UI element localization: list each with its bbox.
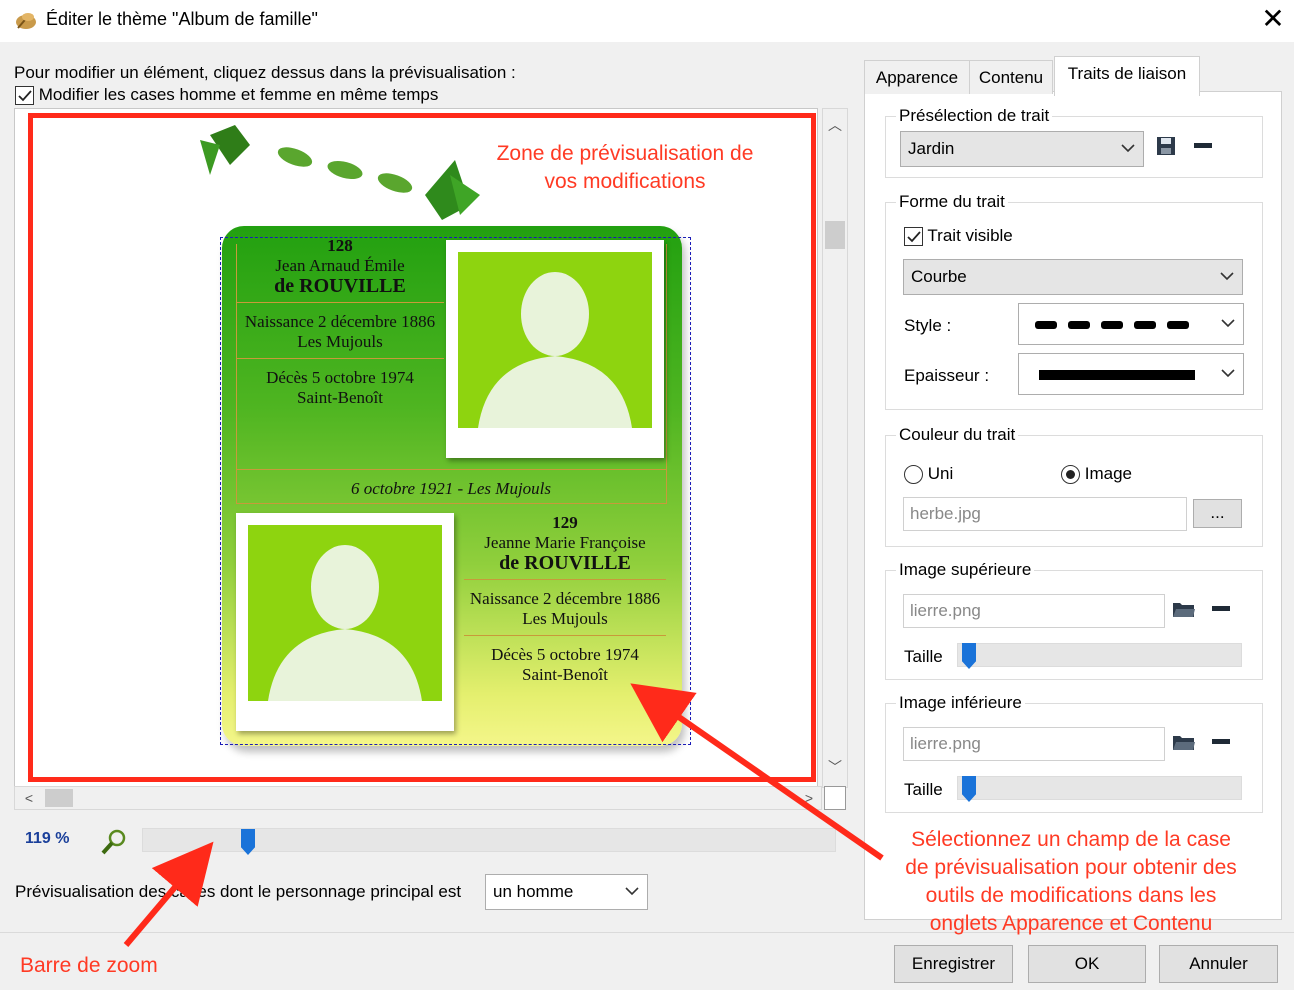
image-label: Image bbox=[1084, 464, 1132, 483]
vertical-scrollbar[interactable]: ︿ ﹀ bbox=[822, 108, 848, 788]
image-sup-size-slider[interactable] bbox=[957, 643, 1242, 669]
tab-contenu[interactable]: Contenu bbox=[969, 60, 1053, 94]
select-hint-line: Sélectionnez un champ de la case bbox=[911, 828, 1231, 851]
image-inf-size-slider[interactable] bbox=[957, 776, 1242, 802]
image-radio[interactable] bbox=[1061, 465, 1080, 485]
scroll-left-icon[interactable]: < bbox=[19, 788, 39, 808]
scroll-down-icon[interactable]: ﹀ bbox=[825, 757, 845, 777]
folder-icon[interactable] bbox=[1172, 599, 1196, 619]
save-button[interactable]: Enregistrer bbox=[894, 945, 1013, 983]
trait-visible-checkbox[interactable] bbox=[904, 227, 923, 247]
chevron-down-icon bbox=[1220, 272, 1234, 281]
scroll-thumb[interactable] bbox=[825, 221, 845, 249]
thickness-label: Epaisseur : bbox=[904, 366, 990, 385]
dashed-line-icon bbox=[1035, 321, 1189, 329]
image-inf-size-label: Taille bbox=[904, 780, 943, 799]
magnifier-icon bbox=[100, 828, 128, 856]
chevron-down-icon bbox=[1121, 144, 1135, 153]
zoom-slider[interactable] bbox=[142, 828, 836, 855]
tab-label: Apparence bbox=[875, 68, 959, 87]
shape-value: Courbe bbox=[911, 267, 967, 286]
couleur-title: Couleur du trait bbox=[896, 425, 1019, 445]
remove-icon[interactable] bbox=[1212, 739, 1230, 744]
browse-button[interactable]: ... bbox=[1193, 499, 1242, 528]
chevron-down-icon bbox=[1221, 369, 1235, 378]
horizontal-scrollbar[interactable]: < > bbox=[14, 786, 822, 810]
preview-sex-select[interactable]: un homme bbox=[485, 874, 648, 910]
folder-icon[interactable] bbox=[1172, 732, 1196, 752]
trait-visible-label: Trait visible bbox=[927, 226, 1013, 245]
uni-radio-row[interactable]: Uni bbox=[904, 464, 954, 485]
image-sup-size-label: Taille bbox=[904, 647, 943, 666]
sync-checkbox-label: Modifier les cases homme et femme en mêm… bbox=[38, 85, 439, 104]
image-sup-title: Image supérieure bbox=[896, 560, 1035, 580]
scroll-corner bbox=[824, 786, 846, 810]
style-label: Style : bbox=[904, 316, 952, 335]
shape-select[interactable]: Courbe bbox=[903, 259, 1243, 295]
chevron-down-icon bbox=[625, 887, 639, 896]
preview-sex-value: un homme bbox=[493, 882, 574, 901]
remove-icon[interactable] bbox=[1194, 143, 1212, 148]
cancel-button[interactable]: Annuler bbox=[1159, 945, 1278, 983]
tab-label: Traits de liaison bbox=[1067, 64, 1187, 83]
ok-button[interactable]: OK bbox=[1028, 945, 1146, 983]
preselection-select[interactable]: Jardin bbox=[900, 131, 1144, 167]
window-title: Éditer le thème "Album de famille" bbox=[46, 9, 318, 29]
zoom-slider-thumb[interactable] bbox=[241, 829, 255, 855]
close-icon[interactable]: ✕ bbox=[1258, 4, 1288, 34]
slider-thumb[interactable] bbox=[962, 776, 976, 802]
preselection-title: Présélection de trait bbox=[896, 106, 1053, 126]
tab-label: Contenu bbox=[978, 68, 1044, 87]
sync-checkbox-row[interactable]: Modifier les cases homme et femme en mêm… bbox=[15, 85, 439, 106]
scroll-up-icon[interactable]: ︿ bbox=[825, 115, 845, 135]
save-icon[interactable] bbox=[1156, 136, 1176, 156]
select-hint-annotation: Sélectionnez un champ de la case de prév… bbox=[866, 826, 1276, 938]
select-hint-line: de prévisualisation pour obtenir des bbox=[905, 856, 1237, 879]
select-hint-line: onglets Apparence et Contenu bbox=[929, 912, 1213, 935]
image-radio-row[interactable]: Image bbox=[1061, 464, 1132, 485]
thick-line-icon bbox=[1039, 370, 1195, 380]
remove-icon[interactable] bbox=[1212, 606, 1230, 611]
image-inf-file-input[interactable]: lierre.png bbox=[903, 727, 1165, 761]
zoom-label: 119 % bbox=[25, 830, 70, 847]
trait-visible-row[interactable]: Trait visible bbox=[904, 226, 1013, 247]
scroll-right-icon[interactable]: > bbox=[799, 788, 819, 808]
image-sup-file-input[interactable]: lierre.png bbox=[903, 594, 1165, 628]
feather-icon bbox=[14, 8, 38, 32]
slider-thumb[interactable] bbox=[962, 643, 976, 669]
title-bar: Éditer le thème "Album de famille" ✕ bbox=[0, 0, 1294, 42]
zoom-bar-annotation: Barre de zoom bbox=[20, 954, 158, 977]
forme-title: Forme du trait bbox=[896, 192, 1008, 212]
select-hint-line: outils de modifications dans les bbox=[925, 884, 1217, 907]
uni-radio[interactable] bbox=[904, 465, 923, 485]
instruction-text: Pour modifier un élément, cliquez dessus… bbox=[14, 63, 516, 82]
preview-highlight-box bbox=[28, 113, 816, 782]
uni-label: Uni bbox=[927, 464, 954, 483]
sync-checkbox[interactable] bbox=[15, 86, 34, 106]
style-select[interactable] bbox=[1018, 303, 1244, 345]
preselection-value: Jardin bbox=[908, 139, 955, 158]
couleur-file-input[interactable]: herbe.jpg bbox=[903, 497, 1187, 531]
tab-traits-de-liaison[interactable]: Traits de liaison bbox=[1054, 56, 1200, 96]
preview-sex-label: Prévisualisation des cases dont le perso… bbox=[15, 882, 462, 901]
tab-apparence[interactable]: Apparence bbox=[864, 60, 970, 94]
chevron-down-icon bbox=[1221, 319, 1235, 328]
scroll-thumb[interactable] bbox=[45, 789, 73, 807]
image-inf-title: Image inférieure bbox=[896, 693, 1025, 713]
thickness-select[interactable] bbox=[1018, 353, 1244, 395]
